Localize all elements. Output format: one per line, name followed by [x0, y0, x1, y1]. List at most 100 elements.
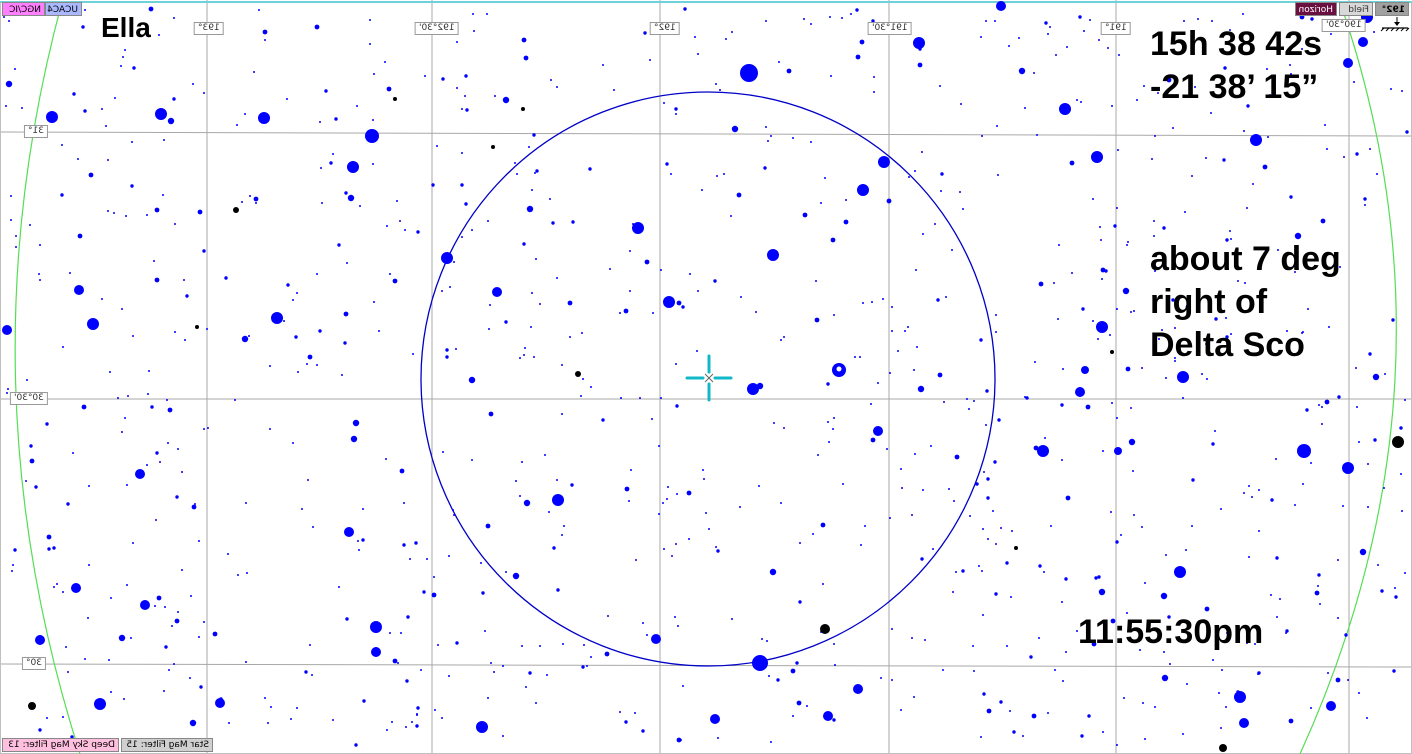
star[interactable] [1099, 226, 1101, 228]
star[interactable] [1404, 399, 1406, 401]
star[interactable] [546, 674, 548, 676]
star[interactable] [675, 363, 677, 365]
star[interactable] [224, 276, 228, 280]
star[interactable] [490, 662, 492, 664]
star[interactable] [88, 172, 94, 178]
star[interactable] [405, 726, 407, 728]
star[interactable] [697, 290, 699, 292]
star[interactable] [329, 161, 333, 165]
bright-star[interactable] [651, 634, 661, 644]
star[interactable] [3, 16, 5, 18]
star[interactable] [1122, 287, 1130, 295]
star[interactable] [61, 144, 63, 146]
star[interactable] [769, 568, 777, 576]
bright-star[interactable] [857, 184, 869, 196]
star[interactable] [778, 61, 780, 63]
star[interactable] [604, 651, 610, 657]
star[interactable] [1061, 601, 1063, 603]
star[interactable] [891, 628, 893, 630]
star[interactable] [1071, 272, 1073, 274]
star[interactable] [190, 595, 192, 597]
bright-star[interactable] [155, 108, 167, 120]
star[interactable] [590, 386, 592, 388]
star[interactable] [189, 677, 191, 679]
star[interactable] [670, 173, 672, 175]
star[interactable] [369, 19, 371, 21]
star[interactable] [1347, 679, 1349, 681]
star[interactable] [1153, 220, 1155, 222]
star[interactable] [199, 685, 203, 689]
star[interactable] [1116, 207, 1118, 209]
star[interactable] [87, 617, 89, 619]
star[interactable] [83, 109, 87, 113]
bright-star[interactable] [1234, 691, 1246, 703]
star[interactable] [1097, 575, 1101, 579]
star[interactable] [1018, 37, 1020, 39]
star[interactable] [666, 498, 668, 500]
star[interactable] [101, 108, 103, 110]
star[interactable] [1358, 692, 1360, 694]
star[interactable] [676, 493, 678, 495]
star[interactable] [1358, 441, 1360, 443]
star[interactable] [516, 173, 518, 175]
star[interactable] [502, 735, 504, 737]
star[interactable] [414, 541, 418, 545]
star[interactable] [986, 708, 992, 714]
star[interactable] [194, 503, 196, 505]
star[interactable] [67, 671, 69, 673]
star[interactable] [1130, 311, 1132, 313]
star[interactable] [842, 483, 844, 485]
star[interactable] [253, 196, 259, 202]
star[interactable] [167, 117, 175, 125]
star[interactable] [1083, 30, 1085, 32]
star[interactable] [983, 471, 985, 473]
star[interactable] [6, 392, 8, 394]
deep-sky-object[interactable] [28, 702, 36, 710]
star[interactable] [124, 417, 126, 419]
star[interactable] [766, 640, 768, 642]
star[interactable] [994, 20, 996, 22]
star[interactable] [154, 605, 156, 607]
star[interactable] [461, 236, 463, 238]
star[interactable] [981, 570, 983, 572]
star[interactable] [1036, 134, 1038, 136]
star[interactable] [886, 448, 888, 450]
star[interactable] [792, 137, 794, 139]
star[interactable] [870, 403, 872, 405]
star[interactable] [609, 268, 611, 270]
star[interactable] [940, 172, 944, 176]
star[interactable] [126, 484, 128, 486]
star[interactable] [780, 339, 782, 341]
star[interactable] [198, 636, 200, 638]
star[interactable] [45, 422, 49, 426]
star[interactable] [416, 714, 418, 716]
star[interactable] [978, 565, 980, 567]
star[interactable] [833, 314, 835, 316]
star[interactable] [900, 468, 902, 470]
star[interactable] [624, 720, 628, 724]
star[interactable] [815, 280, 817, 282]
star[interactable] [121, 431, 123, 433]
star[interactable] [1355, 152, 1359, 156]
star[interactable] [1144, 738, 1146, 740]
star[interactable] [521, 645, 523, 647]
star[interactable] [580, 395, 582, 397]
star[interactable] [531, 292, 533, 294]
star[interactable] [173, 17, 175, 19]
star[interactable] [81, 404, 87, 410]
star[interactable] [544, 454, 546, 456]
star[interactable] [1184, 211, 1186, 213]
star[interactable] [46, 717, 48, 719]
star[interactable] [982, 528, 984, 530]
star[interactable] [13, 548, 17, 552]
star[interactable] [1377, 564, 1379, 566]
star[interactable] [522, 242, 526, 246]
deep-sky-object[interactable] [195, 325, 199, 329]
star[interactable] [521, 37, 527, 43]
star[interactable] [634, 712, 636, 714]
star[interactable] [1400, 473, 1402, 475]
star[interactable] [345, 617, 349, 621]
star[interactable] [167, 442, 169, 444]
star[interactable] [1399, 426, 1403, 430]
star[interactable] [716, 549, 720, 553]
